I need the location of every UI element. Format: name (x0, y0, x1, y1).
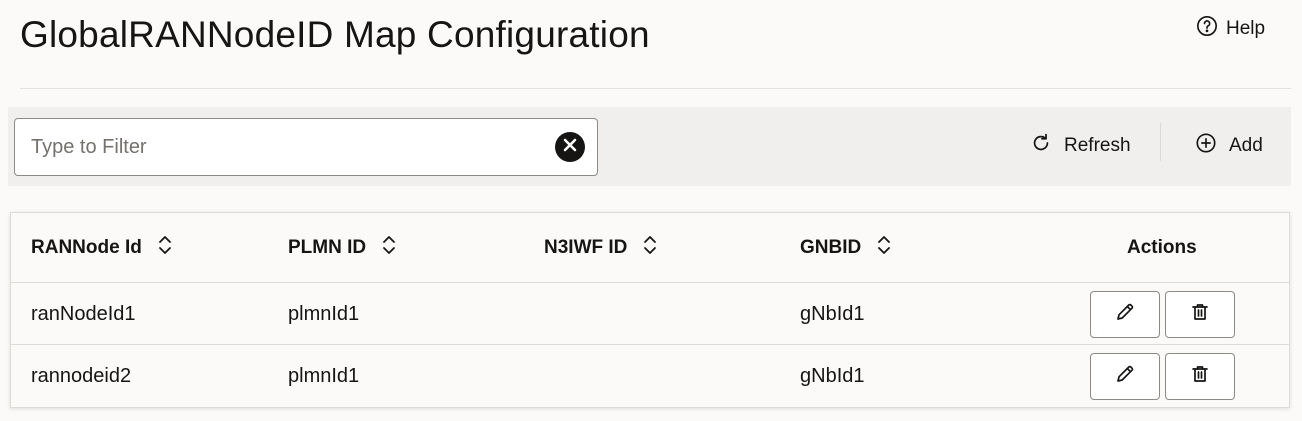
trash-icon (1190, 302, 1210, 327)
column-label: GNBID (800, 237, 862, 258)
cell-plmn-id: plmnId1 (288, 364, 360, 387)
pencil-icon (1115, 302, 1135, 327)
add-circle-icon (1195, 132, 1217, 160)
filter-input[interactable] (31, 119, 551, 175)
refresh-button[interactable]: Refresh (1030, 128, 1131, 164)
cell-rannode-id: ranNodeId1 (31, 302, 136, 325)
column-header-rannode-id[interactable]: RANNode Id (31, 213, 172, 283)
page: GlobalRANNodeID Map Configuration Help T… (0, 0, 1302, 421)
table-header: RANNode Id PLMN ID N3IWF ID GNBID Action… (11, 213, 1289, 283)
column-header-gnbid[interactable]: GNBID (800, 213, 891, 283)
toolbar-separator (1160, 123, 1161, 161)
sort-icon[interactable] (643, 235, 657, 261)
cell-gnbid: gNbId1 (800, 364, 865, 387)
pencil-icon (1115, 364, 1135, 389)
add-label: Add (1229, 135, 1263, 156)
filter-field[interactable] (14, 118, 598, 176)
delete-button[interactable] (1165, 353, 1235, 400)
refresh-label: Refresh (1064, 135, 1131, 156)
delete-button[interactable] (1165, 291, 1235, 338)
clear-filter-icon (563, 138, 577, 157)
sort-icon[interactable] (877, 235, 891, 261)
sort-icon[interactable] (158, 235, 172, 261)
column-header-plmn-id[interactable]: PLMN ID (288, 213, 396, 283)
column-header-actions: Actions (1127, 213, 1197, 283)
header-divider (20, 88, 1291, 89)
trash-icon (1190, 364, 1210, 389)
add-button[interactable]: Add (1195, 128, 1263, 164)
cell-plmn-id: plmnId1 (288, 302, 360, 325)
refresh-icon (1030, 132, 1052, 160)
cell-gnbid: gNbId1 (800, 302, 865, 325)
column-label: N3IWF ID (544, 237, 628, 258)
column-header-n3iwf-id[interactable]: N3IWF ID (544, 213, 657, 283)
help-button[interactable]: Help (1196, 15, 1265, 43)
column-label: PLMN ID (288, 237, 367, 258)
table-row: rannodeid2 plmnId1 gNbId1 (11, 345, 1289, 407)
page-title: GlobalRANNodeID Map Configuration (20, 14, 650, 55)
column-label: RANNode Id (31, 237, 142, 258)
help-label: Help (1226, 18, 1266, 39)
sort-icon[interactable] (382, 235, 396, 261)
edit-button[interactable] (1090, 291, 1160, 338)
help-circle-icon (1196, 15, 1218, 43)
cell-rannode-id: rannodeid2 (31, 364, 132, 387)
table-row: ranNodeId1 plmnId1 gNbId1 (11, 283, 1289, 345)
clear-filter-button[interactable] (555, 132, 585, 162)
column-label: Actions (1127, 237, 1197, 258)
rannode-table: RANNode Id PLMN ID N3IWF ID GNBID Action… (10, 212, 1290, 408)
toolbar: Refresh Add (8, 107, 1291, 186)
edit-button[interactable] (1090, 353, 1160, 400)
